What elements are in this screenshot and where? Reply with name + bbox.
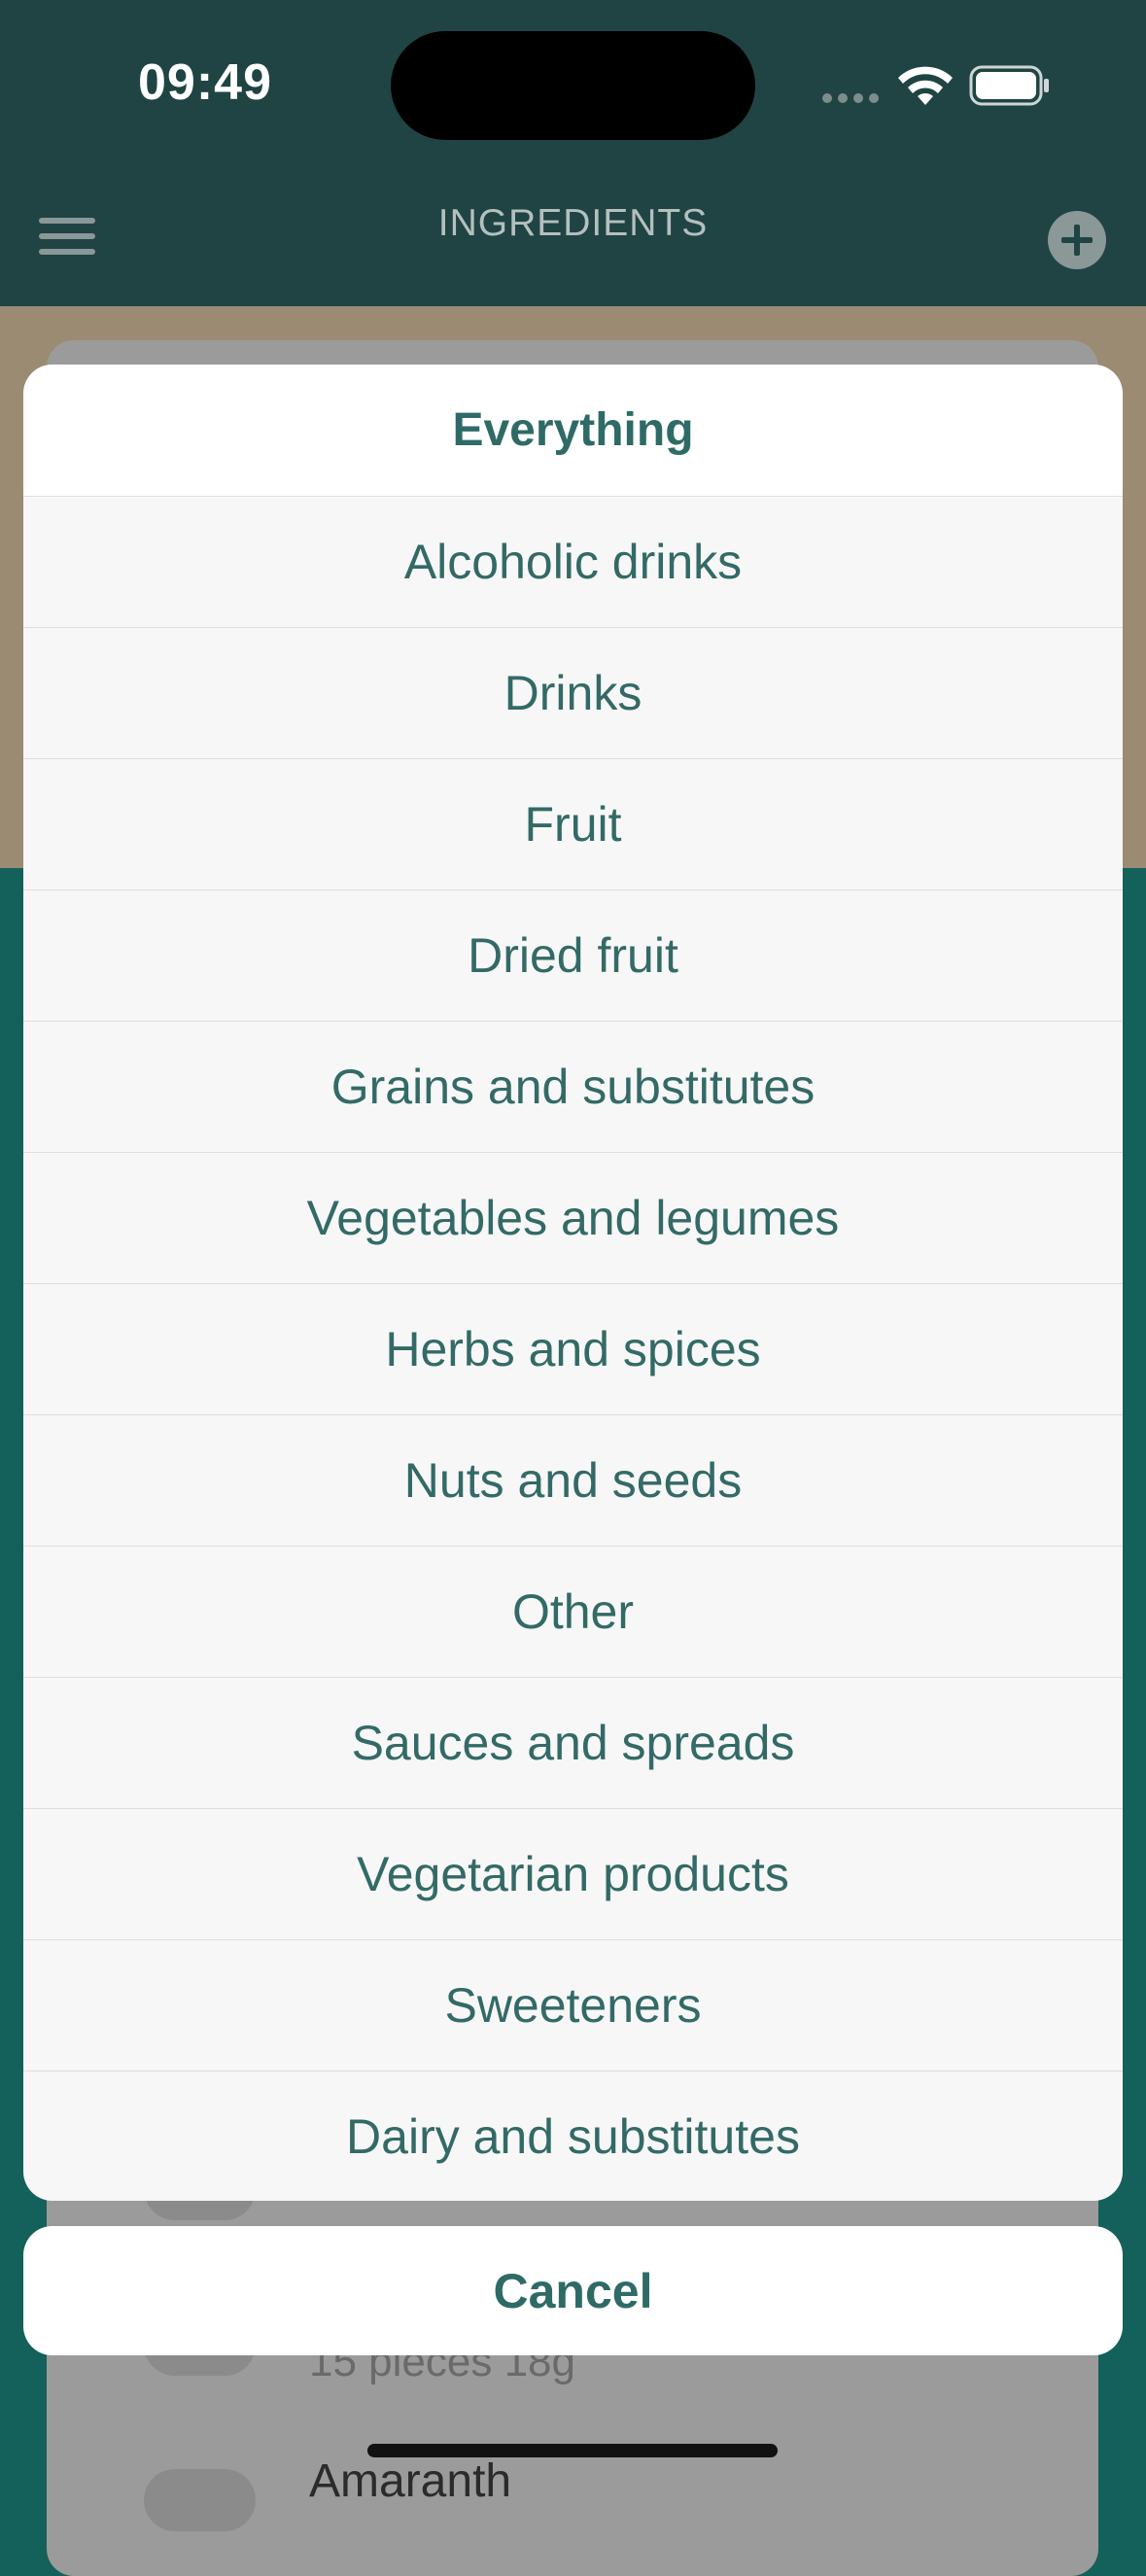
wifi-icon [898,66,953,105]
option-dried-fruit[interactable]: Dried fruit [23,889,1123,1021]
option-drinks[interactable]: Drinks [23,627,1123,758]
option-grains-and-substitutes[interactable]: Grains and substitutes [23,1021,1123,1152]
app-header: 09:49 INGREDIENTS [0,0,1146,306]
cellular-signal-icon [822,93,879,103]
dynamic-island [391,31,755,140]
option-nuts-and-seeds[interactable]: Nuts and seeds [23,1414,1123,1546]
home-indicator [367,2444,778,2457]
action-sheet-title[interactable]: Everything [23,365,1123,496]
option-herbs-and-spices[interactable]: Herbs and spices [23,1283,1123,1414]
cancel-button[interactable]: Cancel [23,2226,1123,2355]
option-vegetables-and-legumes[interactable]: Vegetables and legumes [23,1152,1123,1283]
option-sauces-and-spreads[interactable]: Sauces and spreads [23,1677,1123,1808]
option-sweeteners[interactable]: Sweeteners [23,1939,1123,2071]
list-item-thumbnail [144,2469,256,2531]
category-action-sheet: Everything Alcoholic drinks Drinks Fruit… [23,365,1123,2201]
add-icon[interactable] [1048,211,1106,269]
option-dairy-and-substitutes[interactable]: Dairy and substitutes [23,2071,1123,2201]
option-fruit[interactable]: Fruit [23,758,1123,889]
list-item-title: Amaranth [309,2455,512,2507]
page-title: INGREDIENTS [437,202,709,244]
option-other[interactable]: Other [23,1546,1123,1677]
option-alcoholic-drinks[interactable]: Alcoholic drinks [23,496,1123,627]
option-vegetarian-products[interactable]: Vegetarian products [23,1808,1123,1939]
status-time: 09:49 [138,54,272,111]
battery-icon [969,65,1049,106]
